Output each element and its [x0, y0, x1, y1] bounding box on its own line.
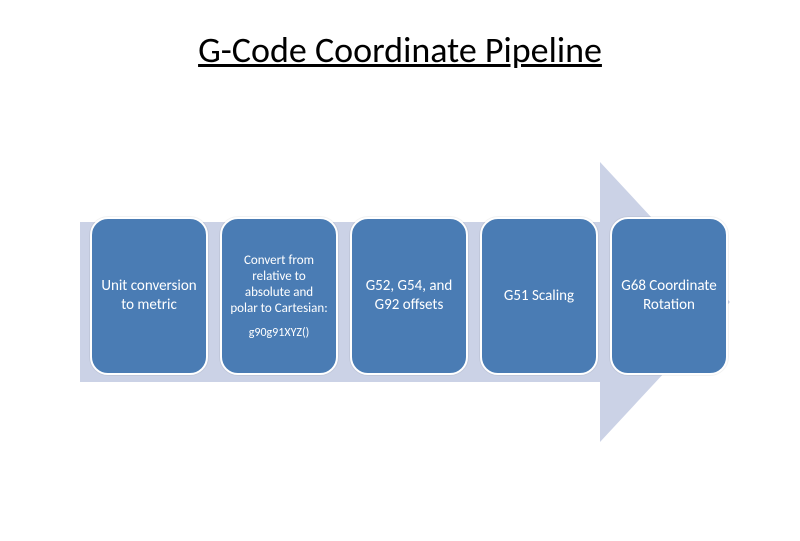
pipeline-cards-row: Unit conversion to metric Convert from r… [90, 217, 728, 375]
card-convert-relative: Convert from relative to absolute and po… [220, 217, 338, 375]
card-label: Unit conversion to metric [100, 277, 198, 315]
card-offsets: G52, G54, and G92 offsets [350, 217, 468, 375]
page-title: G-Code Coordinate Pipeline [0, 0, 800, 82]
card-rotation: G68 Coordinate Rotation [610, 217, 728, 375]
card-label: G52, G54, and G92 offsets [360, 277, 458, 315]
card-scaling: G51 Scaling [480, 217, 598, 375]
card-label: Convert from relative to absolute and po… [230, 253, 328, 318]
card-unit-conversion: Unit conversion to metric [90, 217, 208, 375]
pipeline-diagram: Unit conversion to metric Convert from r… [0, 102, 800, 522]
card-label: G51 Scaling [504, 287, 574, 306]
card-sublabel: g90g91XYZ() [249, 326, 310, 340]
card-label: G68 Coordinate Rotation [620, 277, 718, 315]
